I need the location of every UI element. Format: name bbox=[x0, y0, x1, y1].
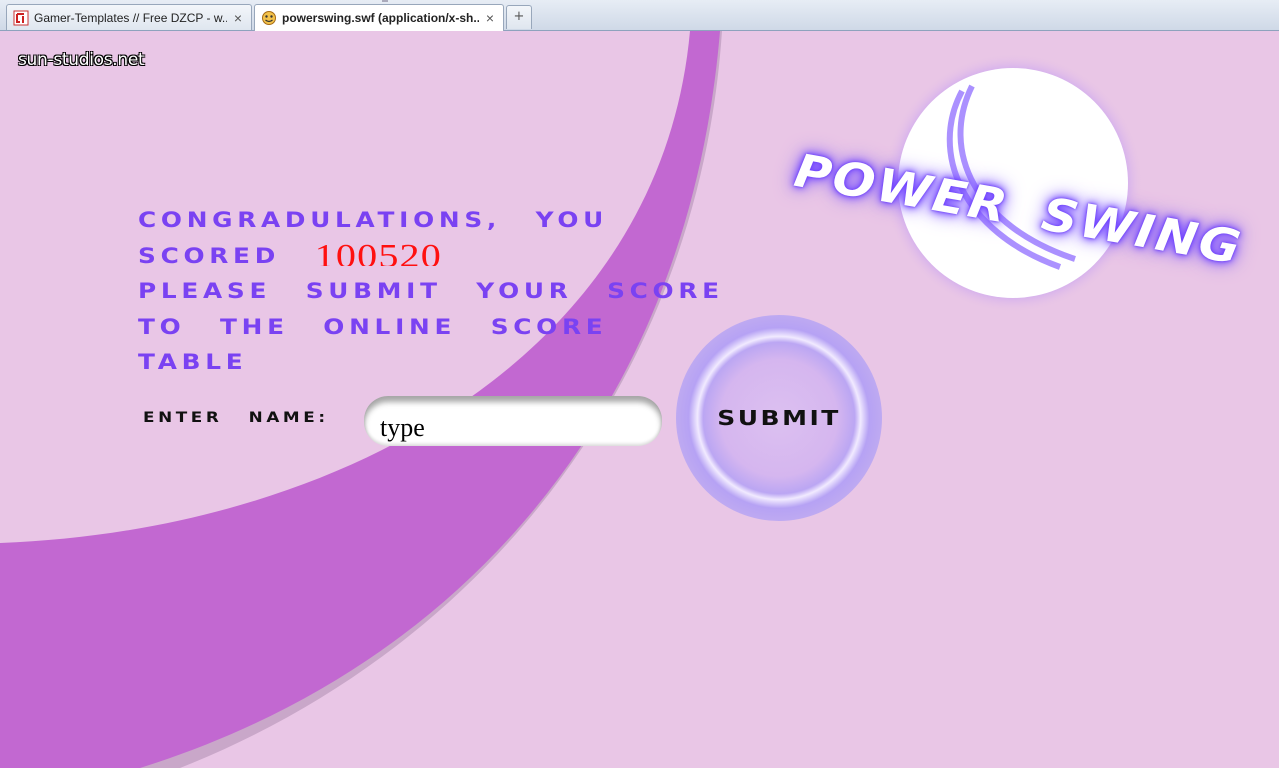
tab-label: powerswing.swf (application/x-sh... bbox=[282, 11, 479, 25]
message-line-2: scored 100520 bbox=[138, 239, 724, 275]
flash-favicon bbox=[262, 11, 276, 25]
submit-button[interactable]: SUBMIT bbox=[676, 315, 882, 521]
game-stage: sun-studios.net POWER SWING Congradulati… bbox=[0, 31, 1279, 768]
tab-gamer-templates[interactable]: Gamer-Templates // Free DZCP - w... × bbox=[6, 4, 252, 30]
name-input[interactable] bbox=[364, 396, 662, 446]
score-message: Congradulations, you scored 100520 pleas… bbox=[138, 203, 724, 381]
browser-tab-strip: Gamer-Templates // Free DZCP - w... × po… bbox=[0, 0, 1279, 31]
tab-label: Gamer-Templates // Free DZCP - w... bbox=[34, 10, 227, 25]
score-value: 100520 bbox=[314, 239, 443, 266]
tab-powerswing[interactable]: powerswing.swf (application/x-sh... × bbox=[254, 4, 504, 31]
new-tab-button[interactable]: + bbox=[506, 5, 532, 29]
gamer-templates-favicon bbox=[13, 10, 29, 25]
message-line-5: table bbox=[138, 350, 248, 374]
enter-name-label: enter name: bbox=[143, 410, 329, 426]
tab-strip-marker bbox=[382, 0, 388, 2]
tab-close-icon[interactable]: × bbox=[231, 10, 245, 26]
message-line-1: Congradulations, you bbox=[138, 208, 609, 232]
site-credit: sun-studios.net bbox=[18, 50, 145, 70]
message-line-3: please submit your score bbox=[138, 279, 724, 303]
tab-close-icon[interactable]: × bbox=[483, 10, 497, 26]
scored-label: scored bbox=[138, 243, 281, 268]
submit-label: SUBMIT bbox=[717, 406, 841, 430]
message-line-4: to the online score bbox=[138, 314, 608, 339]
